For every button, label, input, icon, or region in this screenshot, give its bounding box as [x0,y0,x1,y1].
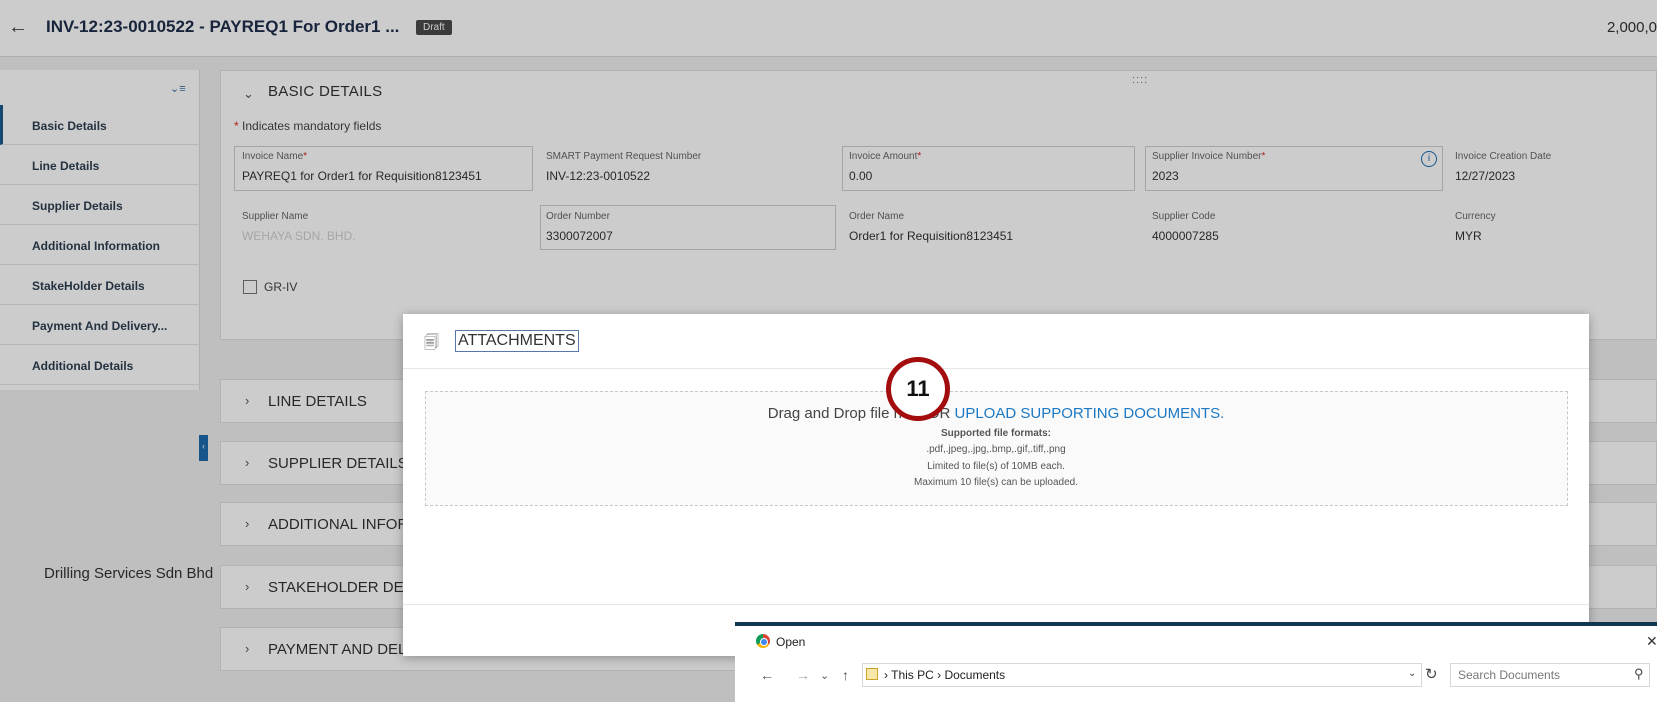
recent-locations-icon[interactable]: ⌄ [820,669,829,682]
divider [403,604,1589,605]
attachments-title: ATTACHMENTS [455,330,579,352]
divider [403,368,1589,369]
search-placeholder: Search Documents [1458,668,1561,682]
up-icon[interactable]: ↑ [842,667,849,683]
breadcrumb[interactable]: › This PC › Documents [884,668,1005,682]
max-files-note: Maximum 10 file(s) can be uploaded. [914,477,1078,488]
dialog-title: Open [776,635,806,649]
formats-title: Supported file formats: [940,428,1051,439]
size-limit-note: Limited to file(s) of 10MB each. [927,461,1065,472]
search-icon[interactable]: ⚲ [1634,666,1644,682]
documents-folder-icon [866,668,878,680]
step-number-badge: 11 [886,357,950,421]
close-icon[interactable]: ✕ [1646,633,1657,650]
forward-icon[interactable]: → [796,667,810,683]
chevron-down-icon[interactable]: ⌄ [1408,668,1416,679]
upload-link[interactable]: UPLOAD SUPPORTING DOCUMENTS. [955,405,1225,422]
attachment-icon: 🗐 [424,334,439,351]
formats-list: .pdf,.jpeg,.jpg,.bmp,.gif,.tiff,.png [926,444,1066,455]
open-file-dialog [735,622,1657,702]
drop-instructions: Drag and Drop file here OR UPLOAD SUPPOR… [767,405,1225,422]
chrome-icon [756,634,770,648]
refresh-icon[interactable]: ↻ [1425,665,1438,683]
back-icon[interactable]: ← [760,667,774,683]
